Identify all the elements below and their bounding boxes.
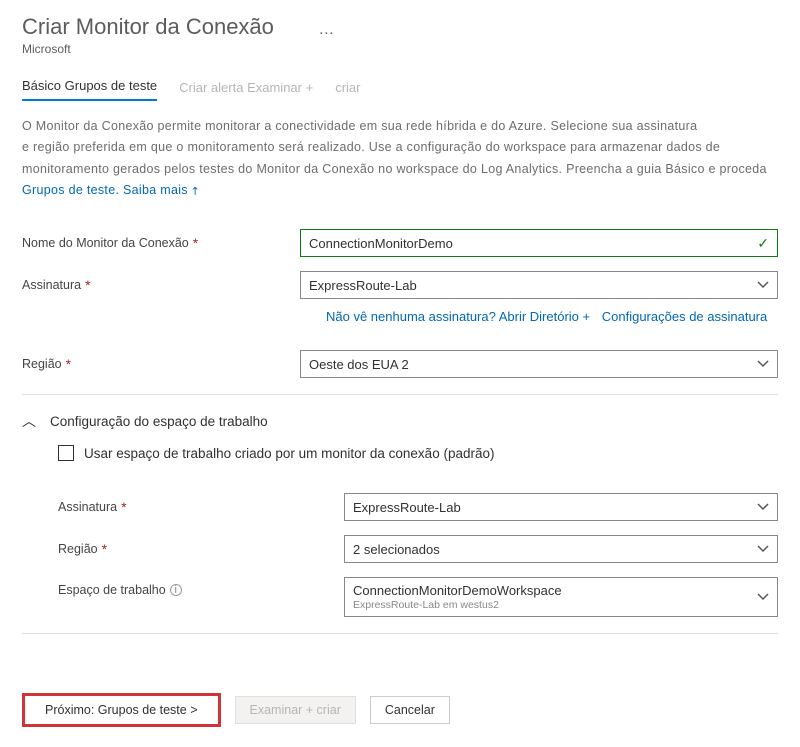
chevron-up-icon: ︿ xyxy=(22,411,36,431)
tab-create-alert[interactable]: Criar alerta Examinar + xyxy=(179,80,313,101)
link-learn-more[interactable]: Saiba mais↗ xyxy=(123,183,200,197)
valid-check-icon: ✓ xyxy=(757,235,769,252)
label-ws-region: Região* xyxy=(22,541,344,557)
subscription-select[interactable]: ExpressRoute-Lab xyxy=(300,271,778,299)
chevron-down-icon xyxy=(757,543,769,555)
label-ws-space: Espaço de trabalho i xyxy=(22,577,344,597)
ws-subscription-select[interactable]: ExpressRoute-Lab xyxy=(344,493,778,521)
description-text: O Monitor da Conexão permite monitorar a… xyxy=(0,102,800,207)
review-create-button: Examinar + criar xyxy=(235,696,356,724)
external-link-icon: ↗ xyxy=(186,181,206,201)
label-ws-subscription: Assinatura* xyxy=(22,499,344,515)
label-region: Região* xyxy=(22,356,300,372)
ws-region-select[interactable]: 2 selecionados xyxy=(344,535,778,563)
monitor-name-input[interactable]: ConnectionMonitorDemo ✓ xyxy=(300,229,778,257)
more-menu[interactable]: … xyxy=(318,21,336,39)
next-button[interactable]: Próximo: Grupos de teste > xyxy=(22,693,221,727)
label-subscription: Assinatura* xyxy=(22,277,300,293)
use-default-workspace-checkbox[interactable] xyxy=(58,445,74,461)
tab-basics[interactable]: Básico Grupos de teste xyxy=(22,78,157,101)
tab-bar: Básico Grupos de teste Criar alerta Exam… xyxy=(0,60,800,102)
ws-space-select[interactable]: ConnectionMonitorDemoWorkspace ExpressRo… xyxy=(344,577,778,617)
workspace-section-toggle[interactable]: ︿ Configuração do espaço de trabalho xyxy=(0,409,800,433)
info-icon[interactable]: i xyxy=(170,584,182,596)
chevron-down-icon xyxy=(757,591,769,603)
cancel-button[interactable]: Cancelar xyxy=(370,696,450,724)
link-test-groups[interactable]: Grupos de teste. xyxy=(22,183,119,197)
link-no-subscription[interactable]: Não vê nenhuma assinatura? Abrir Diretór… xyxy=(326,309,590,324)
region-select[interactable]: Oeste dos EUA 2 xyxy=(300,350,778,378)
chevron-down-icon xyxy=(757,358,769,370)
link-subscription-settings[interactable]: Configurações de assinatura xyxy=(602,309,768,324)
tab-create[interactable]: criar xyxy=(335,80,360,101)
page-title: Criar Monitor da Conexão xyxy=(22,14,274,40)
page-subtitle: Microsoft xyxy=(22,42,778,56)
chevron-down-icon xyxy=(757,501,769,513)
chevron-down-icon xyxy=(757,279,769,291)
use-default-workspace-label: Usar espaço de trabalho criado por um mo… xyxy=(84,446,494,461)
label-monitor-name: Nome do Monitor da Conexão* xyxy=(22,235,300,251)
